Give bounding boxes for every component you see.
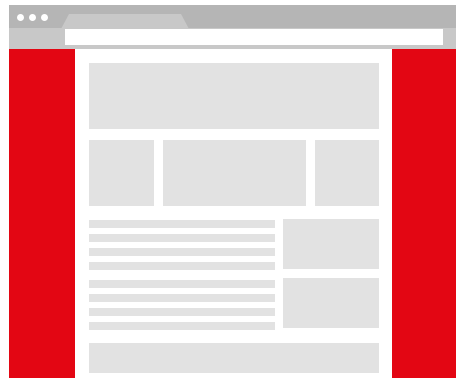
text-line-placeholder: [89, 294, 275, 302]
card-placeholder-1: [89, 140, 154, 206]
text-line-placeholder: [89, 234, 275, 242]
address-bar[interactable]: [65, 29, 443, 45]
card-placeholder-2: [163, 140, 306, 206]
text-line-placeholder: [89, 322, 275, 330]
right-margin-band: [392, 49, 456, 378]
browser-tab[interactable]: [61, 14, 189, 29]
hero-placeholder: [89, 63, 379, 129]
browser-window: [9, 5, 456, 378]
text-line-placeholder: [89, 248, 275, 256]
text-line-placeholder: [89, 220, 275, 228]
footer-placeholder: [89, 343, 379, 373]
text-line-placeholder: [89, 262, 275, 270]
window-control-dot-2[interactable]: [29, 14, 36, 21]
text-line-placeholder: [89, 280, 275, 288]
window-control-dot-1[interactable]: [17, 14, 24, 21]
sidebar-box-placeholder-2: [283, 278, 379, 328]
left-margin-band: [9, 49, 75, 378]
card-placeholder-3: [315, 140, 379, 206]
page-viewport: [9, 49, 456, 378]
browser-title-bar: [9, 5, 456, 29]
sidebar-box-placeholder-1: [283, 219, 379, 269]
text-line-placeholder: [89, 308, 275, 316]
page-content: [75, 49, 392, 378]
window-control-dot-3[interactable]: [41, 14, 48, 21]
